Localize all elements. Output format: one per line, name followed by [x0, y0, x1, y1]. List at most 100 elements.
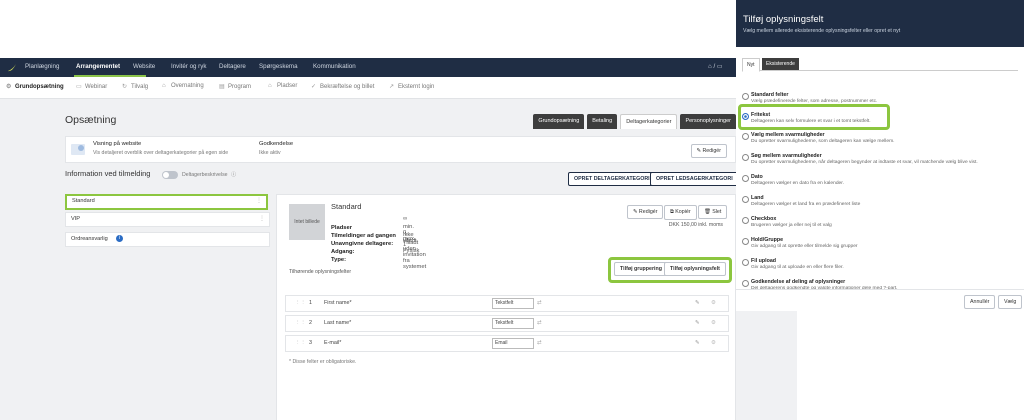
info-title: Information ved tilmelding — [65, 169, 151, 178]
field-row[interactable]: ⋮⋮ 3 E-mail* Email ⇄ ✎ ⚙ — [285, 335, 729, 352]
screen-icon: ▭ — [76, 84, 82, 90]
panel-header: Tilføj oplysningsfelt Vælg mellem allere… — [736, 0, 1024, 47]
pencil-icon[interactable]: ✎ — [695, 320, 700, 326]
detail-delete-button[interactable]: 🗑 Slet — [698, 205, 728, 219]
nav-item-arrangementet[interactable]: Arrangementet — [76, 63, 120, 70]
settings-icon[interactable]: ⚙ — [711, 340, 716, 346]
detail-name: Standard — [331, 202, 362, 211]
category-item-standard[interactable]: Standard ⋮ — [65, 194, 268, 210]
drag-handle-icon[interactable]: ⋮⋮ — [295, 340, 306, 346]
godkendelse-label: Godkendelse — [259, 141, 294, 147]
tab-deltagerkategorier[interactable]: Deltagerkategorier — [620, 114, 678, 129]
logo-icon[interactable] — [6, 62, 18, 73]
radio-button[interactable] — [742, 196, 749, 203]
visning-card: Visning på website Vis detaljeret overbl… — [65, 136, 736, 163]
nav-user-icons[interactable]: ⌂ / ▭ — [708, 63, 723, 70]
nav-item-planlaegning[interactable]: Planlægning — [25, 63, 59, 70]
subnav-program[interactable]: ▤ Program — [219, 83, 251, 90]
link-icon[interactable]: ⇄ — [537, 340, 542, 346]
gear-icon: ⚙ — [6, 84, 12, 90]
field-row[interactable]: ⋮⋮ 2 Last name* Tekstfelt ⇄ ✎ ⚙ — [285, 315, 729, 332]
felter-title: Tilhørende oplysningsfelter — [289, 269, 352, 275]
visning-desc: Vis detaljeret overblik over deltagerkat… — [93, 150, 229, 156]
subnav-eksternt-login[interactable]: ↗ Eksternt login — [389, 83, 434, 90]
tab-betaling[interactable]: Betaling — [587, 114, 618, 129]
add-field-button[interactable]: Tilføj oplysningsfelt — [664, 262, 726, 276]
tab-grundopsaetning[interactable]: Grundopsætning — [533, 114, 585, 129]
subnav-tilvalg[interactable]: ↻ Tilvalg — [122, 83, 148, 90]
category-item-ordreansvarlig[interactable]: Ordreansvarlig i — [65, 232, 270, 247]
radio-button[interactable] — [742, 259, 749, 266]
godkendelse-value: Ikke aktiv — [259, 150, 281, 156]
subnav-bekraeftelse[interactable]: ✓ Bekræftelse og billet — [311, 83, 374, 90]
tab-eksisterende[interactable]: Eksisterende — [762, 58, 799, 70]
drag-handle-icon[interactable]: ⋮⋮ — [295, 300, 306, 306]
opret-deltagerkategori-button[interactable]: OPRET DELTAGERKATEGORI — [568, 172, 656, 186]
panel-tabbar: Nyt Eksisterende — [742, 58, 1018, 72]
detail-fields: Pladser ∞ Tilmeldinger ad gangen min. 0, m… — [331, 216, 427, 270]
external-link-icon: ↗ — [389, 84, 395, 90]
choose-button[interactable]: Vælg — [998, 295, 1023, 309]
calendar-icon: ▤ — [219, 84, 225, 90]
event-admin-app: Planlægning Arrangementet Website Invité… — [0, 58, 797, 420]
nav-item-website[interactable]: Website — [133, 63, 155, 70]
nav-item-inviter[interactable]: Invitér og ryk — [171, 63, 206, 70]
deltagerbeskrivelse-toggle[interactable] — [162, 171, 178, 179]
radio-button[interactable] — [742, 154, 749, 161]
radio-button[interactable] — [742, 175, 749, 182]
nav-item-kommunikation[interactable]: Kommunikation — [313, 63, 356, 70]
subnav-webinar[interactable]: ▭ Webinar — [76, 83, 107, 90]
sub-navigation: ⚙ Grundopsætning ▭ Webinar ↻ Tilvalg ⌂ Overn… — [0, 77, 797, 99]
radio-button-selected[interactable] — [742, 113, 749, 120]
drag-handle-icon[interactable]: ⋮ — [259, 215, 265, 222]
field-type-select[interactable]: Tekstfelt — [492, 318, 534, 329]
settings-icon[interactable]: ⚙ — [711, 300, 716, 306]
pencil-icon[interactable]: ✎ — [695, 300, 700, 306]
field-type-select[interactable]: Tekstfelt — [492, 298, 534, 309]
add-field-panel: Tilføj oplysningsfelt Vælg mellem allere… — [736, 0, 1024, 311]
main-content: Opsætning Grundopsætning Betaling Deltag… — [56, 108, 739, 420]
settings-icon[interactable]: ⚙ — [711, 320, 716, 326]
page-title: Opsætning — [65, 114, 117, 126]
radio-button[interactable] — [742, 238, 749, 245]
refresh-icon: ↻ — [122, 84, 128, 90]
subnav-pladser[interactable]: ⌂ Pladser — [268, 83, 297, 89]
settings-tabs: Grundopsætning Betaling Deltagerkategori… — [533, 114, 736, 129]
trash-icon: 🗑 — [704, 209, 713, 215]
felter-footnote: * Disse felter er obligatoriske. — [289, 359, 357, 365]
panel-subtitle: Vælg mellem allerede eksisterende oplysn… — [743, 28, 901, 34]
link-icon[interactable]: ⇄ — [537, 300, 542, 306]
drag-handle-icon[interactable]: ⋮⋮ — [295, 320, 306, 326]
field-type-select[interactable]: Email — [492, 338, 534, 349]
panel-title: Tilføj oplysningsfelt — [743, 14, 824, 25]
top-navigation: Planlægning Arrangementet Website Invité… — [0, 58, 797, 77]
subnav-overnatning[interactable]: ⌂ Overnatning — [162, 83, 204, 89]
tab-personoplysninger[interactable]: Personoplysninger — [680, 114, 736, 129]
radio-button[interactable] — [742, 217, 749, 224]
pencil-icon[interactable]: ✎ — [695, 340, 700, 346]
drag-handle-icon[interactable]: ⋮ — [256, 197, 262, 204]
visning-title: Visning på website — [93, 141, 142, 147]
subnav-grundopsaetning[interactable]: ⚙ Grundopsætning — [6, 83, 64, 90]
category-item-vip[interactable]: VIP ⋮ — [65, 212, 270, 227]
opret-ledsagerkategori-button[interactable]: OPRET LEDSAGERKATEGORI — [650, 172, 739, 186]
radio-button[interactable] — [742, 93, 749, 100]
check-icon: ✓ — [311, 84, 317, 90]
nav-item-spoergeskema[interactable]: Spørgeskema — [259, 63, 298, 70]
add-grouping-button[interactable]: Tilføj gruppering — [614, 262, 668, 276]
tab-nyt[interactable]: Nyt — [742, 58, 760, 72]
link-icon[interactable]: ⇄ — [537, 320, 542, 326]
nav-item-deltagere[interactable]: Deltagere — [219, 63, 246, 70]
bed-icon: ⌂ — [162, 83, 166, 89]
info-icon[interactable]: i — [116, 235, 123, 242]
visning-edit-button[interactable]: ✎ Redigér — [690, 144, 727, 158]
detail-copy-button[interactable]: ⧉ Kopiér — [664, 205, 697, 220]
image-placeholder[interactable]: Intet billede — [289, 204, 325, 240]
help-icon[interactable]: ⓘ — [231, 171, 236, 178]
cancel-button[interactable]: Annullér — [964, 295, 996, 309]
radio-button[interactable] — [742, 280, 749, 287]
toggle-label: Deltagerbeskrivelse — [182, 172, 228, 178]
radio-button[interactable] — [742, 133, 749, 140]
field-row[interactable]: ⋮⋮ 1 First name* Tekstfelt ⇄ ✎ ⚙ — [285, 295, 729, 312]
detail-edit-button[interactable]: ✎ Redigér — [627, 205, 664, 219]
